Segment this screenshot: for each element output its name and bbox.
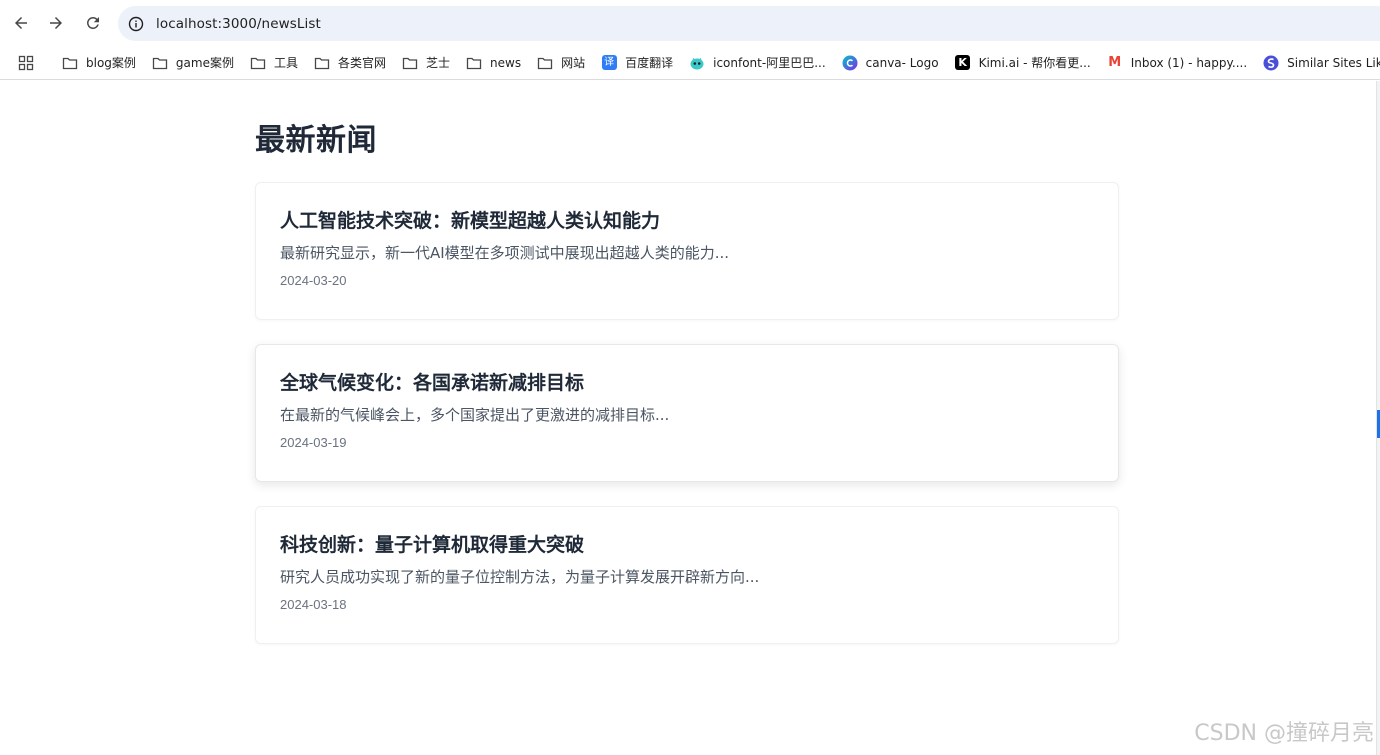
- news-title[interactable]: 科技创新：量子计算机取得重大突破: [280, 531, 1094, 559]
- apps-grid-icon[interactable]: [18, 55, 34, 71]
- bookmark-baidu-translate[interactable]: 译 百度翻译: [593, 49, 681, 77]
- bookmark-label: 工具: [273, 56, 298, 70]
- folder-icon: [62, 55, 78, 71]
- news-summary: 最新研究显示，新一代AI模型在多项测试中展现出超越人类的能力...: [280, 244, 729, 262]
- bookmark-label: 芝士: [426, 56, 451, 70]
- news-summary: 研究人员成功实现了新的量子位控制方法，为量子计算发展开辟新方向...: [280, 568, 760, 586]
- page-title: 最新新闻: [255, 123, 377, 158]
- bookmark-label: game案例: [175, 56, 234, 70]
- gmail-icon: M: [1107, 55, 1123, 71]
- news-card[interactable]: 全球气候变化：各国承诺新减排目标 在最新的气候峰会上，多个国家提出了更激进的减排…: [255, 344, 1119, 482]
- news-date: 2024-03-19: [280, 435, 347, 450]
- bookmark-label: blog案例: [86, 56, 136, 70]
- reload-icon: [86, 16, 99, 29]
- bookmark-websites[interactable]: 网站: [529, 49, 593, 77]
- news-title[interactable]: 人工智能技术突破：新模型超越人类认知能力: [280, 207, 1094, 235]
- bookmark-news[interactable]: news: [458, 49, 529, 77]
- bookmark-gmail[interactable]: M Inbox (1) - happy....: [1099, 49, 1255, 77]
- bookmark-zhishi[interactable]: 芝士: [394, 49, 458, 77]
- url-text: localhost:3000/newsList: [156, 15, 321, 32]
- bookmark-game[interactable]: game案例: [144, 49, 242, 77]
- bookmark-similar-sites[interactable]: Similar Sites Lik: [1255, 49, 1380, 77]
- folder-icon: [537, 55, 553, 71]
- folder-icon: [314, 55, 330, 71]
- bookmark-label: Inbox (1) - happy....: [1130, 55, 1248, 70]
- folder-icon: [466, 55, 482, 71]
- bookmark-kimi[interactable]: K Kimi.ai - 帮你看更...: [947, 49, 1099, 77]
- bookmark-label: Similar Sites Lik: [1287, 55, 1380, 70]
- bookmark-canva[interactable]: canva- Logo: [834, 49, 947, 77]
- forward-button[interactable]: [43, 10, 69, 36]
- bookmark-blog[interactable]: blog案例: [54, 49, 144, 77]
- back-button[interactable]: [8, 10, 34, 36]
- bookmark-label: 百度翻译: [625, 56, 674, 70]
- bookmark-iconfont[interactable]: iconfont-阿里巴巴...: [681, 49, 834, 77]
- baidu-translate-badge: 译: [601, 55, 617, 70]
- news-list: 人工智能技术突破：新模型超越人类认知能力 最新研究显示，新一代AI模型在多项测试…: [255, 182, 1119, 668]
- kimi-icon: K: [955, 55, 971, 71]
- bookmark-label: news: [490, 55, 522, 70]
- baidu-translate-icon: 译: [601, 55, 617, 71]
- bookmark-label: 网站: [561, 56, 586, 70]
- site-info-icon[interactable]: [128, 16, 144, 32]
- news-card[interactable]: 人工智能技术突破：新模型超越人类认知能力 最新研究显示，新一代AI模型在多项测试…: [255, 182, 1119, 320]
- bookmarks-bar: blog案例 game案例 工具 各类官网 芝士 news 网站 译 百度翻译 …: [0, 46, 1380, 80]
- page-viewport: 最新新闻 人工智能技术突破：新模型超越人类认知能力 最新研究显示，新一代AI模型…: [0, 81, 1376, 755]
- arrow-left-icon: [15, 17, 27, 29]
- folder-icon: [250, 55, 266, 71]
- bookmark-label: iconfont-阿里巴巴...: [713, 56, 826, 70]
- gmail-badge: M: [1108, 54, 1122, 70]
- bookmark-label: 各类官网: [337, 56, 386, 70]
- news-summary: 在最新的气候峰会上，多个国家提出了更激进的减排目标...: [280, 406, 670, 424]
- kimi-badge: K: [955, 55, 971, 70]
- folder-icon: [402, 55, 418, 71]
- arrow-right-icon: [50, 17, 62, 29]
- news-card[interactable]: 科技创新：量子计算机取得重大突破 研究人员成功实现了新的量子位控制方法，为量子计…: [255, 506, 1119, 644]
- browser-toolbar: localhost:3000/newsList: [0, 0, 1380, 46]
- watermark-text: CSDN @撞碎月亮: [1194, 721, 1374, 746]
- bookmark-label: Kimi.ai - 帮你看更...: [978, 56, 1091, 70]
- news-date: 2024-03-20: [280, 273, 347, 288]
- iconfont-icon: [689, 55, 705, 71]
- news-title[interactable]: 全球气候变化：各国承诺新减排目标: [280, 369, 1094, 397]
- address-bar[interactable]: localhost:3000/newsList: [118, 6, 1380, 41]
- bookmark-tools[interactable]: 工具: [242, 49, 306, 77]
- canva-icon: [842, 55, 858, 71]
- reload-button[interactable]: [80, 10, 106, 36]
- bookmark-label: canva- Logo: [865, 55, 939, 70]
- similar-sites-icon: [1263, 55, 1279, 71]
- bookmark-official-sites[interactable]: 各类官网: [306, 49, 394, 77]
- folder-icon: [152, 55, 168, 71]
- news-date: 2024-03-18: [280, 597, 347, 612]
